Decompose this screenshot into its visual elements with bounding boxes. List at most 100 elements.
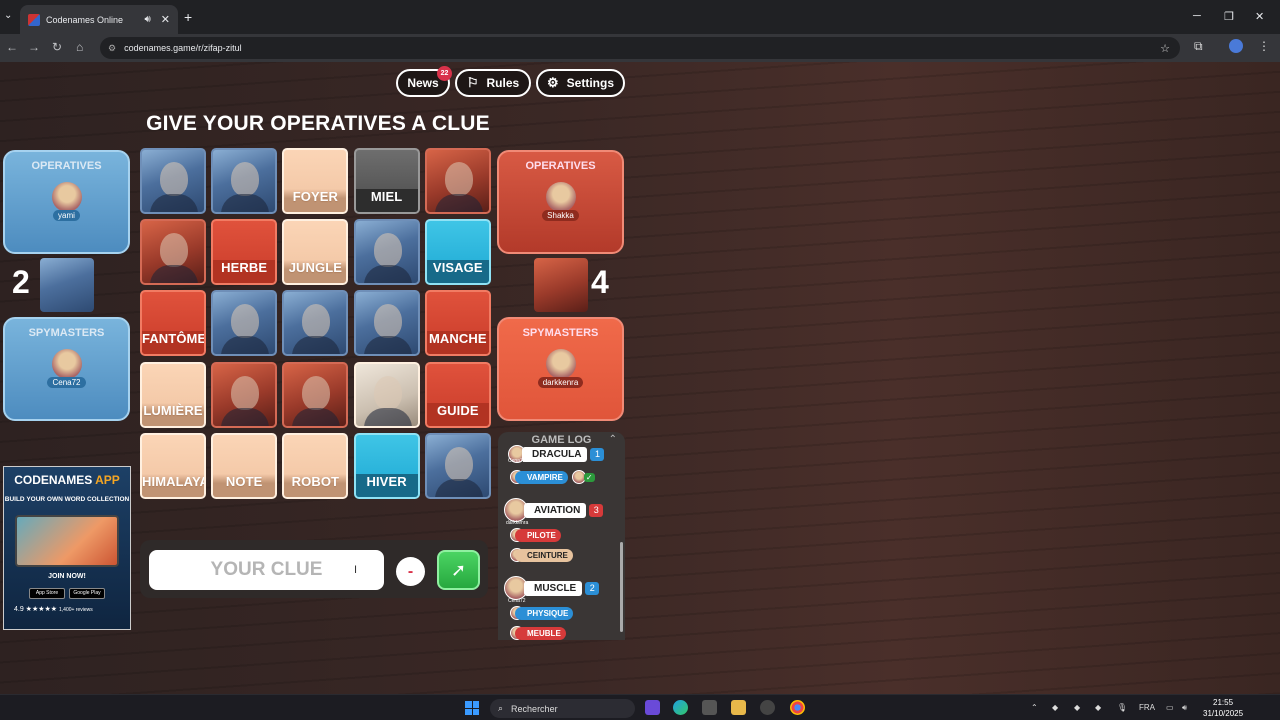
taskbar-search[interactable]: ⌕ Rechercher (490, 699, 635, 718)
agent-face-icon (160, 162, 188, 196)
card-word: JUNGLE (284, 260, 347, 284)
agent-face-icon (231, 375, 260, 410)
new-tab-button[interactable]: + (184, 9, 192, 25)
back-icon[interactable]: ← (6, 40, 18, 54)
agent-body-icon (434, 478, 483, 497)
home-icon[interactable]: ⌂ (76, 40, 83, 54)
game-page: News 22 ⚐ Rules ⚙ Settings GIVE YOUR OPE… (0, 62, 1280, 694)
word-card[interactable] (211, 148, 278, 214)
store-icon[interactable] (702, 700, 717, 715)
news-button[interactable]: News 22 (396, 66, 452, 97)
word-card[interactable]: HIMALAYA (140, 432, 206, 499)
word-card[interactable] (211, 290, 278, 357)
word-card[interactable]: HERBE (211, 219, 278, 286)
word-card[interactable] (140, 148, 206, 214)
word-card[interactable]: GUIDE (424, 361, 491, 428)
profile-avatar[interactable] (1229, 39, 1243, 53)
red-remaining-count: 4 (591, 264, 609, 300)
log-guess: PILOTE (510, 528, 561, 542)
arrow-up-icon: ➚ (450, 559, 467, 580)
forward-icon[interactable]: → (28, 40, 40, 54)
word-card[interactable] (140, 219, 206, 286)
agent-body-icon (150, 265, 198, 284)
site-info-icon[interactable]: ⚙ (108, 43, 116, 54)
game-log-panel[interactable]: GAME LOG ⌃ DRACULA 1 Cena72 VAMPIRE ✓ AV… (498, 432, 625, 640)
clue-bar: I - ➚ (140, 540, 488, 598)
url-field[interactable]: ⚙ codenames.game/r/zifap-zitul ☆ (100, 37, 1180, 59)
word-card[interactable] (282, 361, 349, 428)
word-card[interactable]: FOYER (282, 148, 349, 214)
restore-button[interactable]: ❐ (1224, 10, 1234, 23)
word-card[interactable]: JUNGLE (282, 219, 349, 286)
word-card[interactable]: NOTE (211, 432, 278, 499)
codenames-favicon-icon (28, 13, 40, 26)
word-card[interactable]: ROBOT (282, 432, 349, 499)
settings-button[interactable]: ⚙ Settings (536, 69, 625, 97)
game-log-scrollbar[interactable] (620, 542, 623, 632)
word-card[interactable]: MANCHE (424, 290, 491, 357)
clock[interactable]: 21:55 31/10/2025 (1203, 697, 1243, 719)
page-title: GIVE YOUR OPERATIVES A CLUE (146, 112, 490, 135)
tray-app-icon[interactable]: ◆ (1052, 703, 1058, 712)
rules-label: Rules (486, 76, 520, 90)
clue-count-button[interactable]: - (396, 557, 425, 586)
word-card[interactable] (353, 361, 420, 428)
chat-app-icon[interactable] (645, 700, 660, 715)
microphone-icon[interactable]: 🎙︎ (1117, 703, 1127, 712)
volume-icon[interactable]: 🔊︎ (1182, 703, 1187, 713)
word-card[interactable] (282, 290, 349, 357)
window-close-button[interactable]: ✕ (1255, 10, 1264, 23)
submit-clue-button[interactable]: ➚ (437, 550, 480, 590)
chevron-up-icon[interactable]: ⌃ (609, 434, 617, 445)
word-card[interactable]: VISAGE (424, 219, 491, 286)
word-card[interactable]: FANTÔME (140, 290, 206, 357)
network-icon[interactable]: ▭ (1166, 703, 1174, 712)
spymaster-avatar (51, 349, 82, 379)
word-card[interactable]: LUMIÈRE (140, 361, 206, 428)
settings-app-icon[interactable] (760, 700, 775, 715)
word-card[interactable] (211, 361, 278, 428)
word-card[interactable] (353, 290, 420, 357)
chrome-icon[interactable] (790, 700, 805, 715)
search-icon: ⌕ (498, 703, 504, 713)
reload-icon[interactable]: ↻ (52, 40, 62, 54)
blue-operatives-label: OPERATIVES (31, 160, 102, 172)
clue-input[interactable] (149, 550, 384, 590)
edge-icon[interactable] (673, 700, 688, 715)
card-word: HIVER (355, 473, 418, 497)
language-indicator[interactable]: FRA (1139, 703, 1155, 712)
extensions-icon[interactable]: ⧉ (1194, 39, 1203, 54)
tab-search-icon[interactable]: ⌄ (4, 10, 12, 21)
agent-face-icon (373, 375, 402, 410)
minimize-button[interactable]: ─ (1193, 10, 1201, 22)
bookmark-star-icon[interactable]: ☆ (1160, 42, 1170, 55)
agent-face-icon (231, 304, 260, 339)
operative-avatar (51, 182, 82, 212)
windows-start-icon[interactable] (465, 701, 479, 715)
file-explorer-icon[interactable] (731, 700, 746, 715)
google-play-badge[interactable]: Google Play (69, 588, 105, 599)
word-card[interactable] (353, 219, 420, 286)
tray-chevron-up-icon[interactable]: ⌃ (1031, 703, 1038, 712)
codenames-app-ad[interactable]: CODENAMES APP BUILD YOUR OWN WORD COLLEC… (3, 466, 131, 630)
ad-join-label: JOIN NOW! (48, 573, 86, 580)
tab-close-icon[interactable]: ✕ (161, 13, 170, 26)
agent-face-icon (302, 375, 331, 410)
spymaster-name: Cena72 (47, 377, 86, 388)
rules-button[interactable]: ⚐ Rules (455, 69, 531, 97)
text-cursor-icon: I (354, 564, 358, 576)
tray-app-icon[interactable]: ◆ (1095, 703, 1101, 712)
word-card[interactable]: MIEL (353, 148, 420, 214)
app-store-badge[interactable]: App Store (29, 588, 65, 599)
word-card[interactable]: HIVER (353, 432, 420, 499)
red-agent-portrait (534, 258, 588, 312)
operative-name: yami (53, 210, 80, 221)
browser-tab[interactable]: Codenames Online 🔊︎ ✕ (20, 5, 178, 34)
tray-app-icon[interactable]: ◆ (1074, 703, 1080, 712)
browser-menu-icon[interactable]: ⋮ (1258, 39, 1270, 53)
bookmark-icon: ⚐ (466, 75, 479, 90)
agent-body-icon (150, 194, 198, 212)
word-card[interactable] (424, 148, 491, 214)
word-card[interactable] (424, 432, 491, 499)
speaker-icon[interactable]: 🔊︎ (144, 14, 150, 25)
